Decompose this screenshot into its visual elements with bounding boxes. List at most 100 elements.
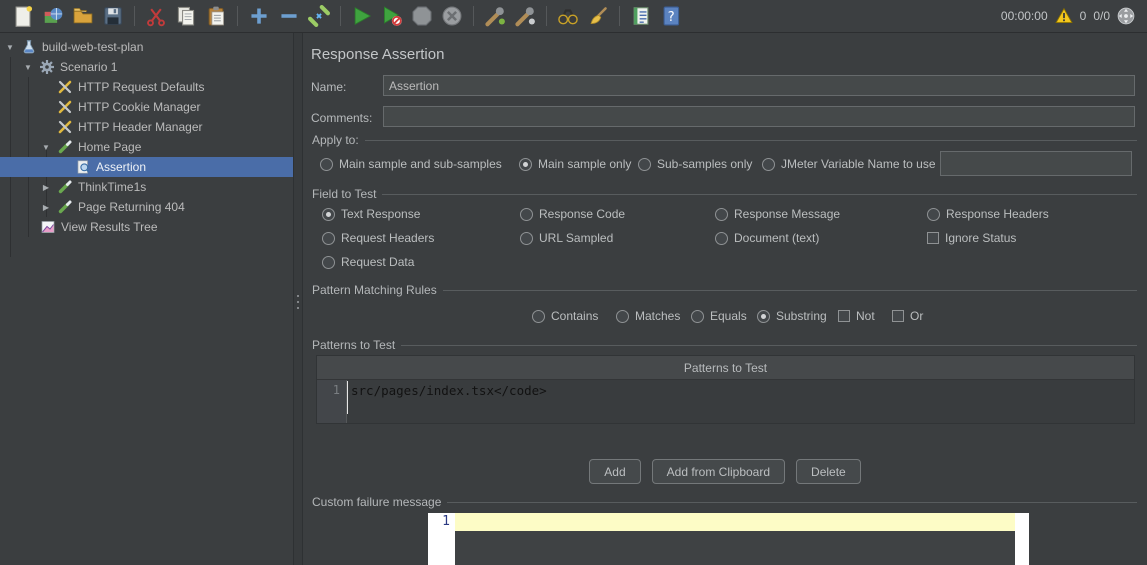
radio-icon[interactable] [322,232,335,245]
start-icon[interactable] [349,3,375,29]
thread-status: 0/0 [1093,9,1110,23]
chevron-expanded-icon[interactable]: ▼ [3,43,17,52]
start-no-pauses-icon[interactable] [379,3,405,29]
tree-item-scenario-1[interactable]: ▼ Scenario 1 [0,57,293,77]
radio-matches[interactable]: Matches [616,308,680,324]
radio-icon[interactable] [638,158,651,171]
text-caret [347,381,348,414]
delete-button[interactable]: Delete [796,459,861,484]
tree-item-http-request-defaults[interactable]: HTTP Request Defaults [0,77,293,97]
tree-item-http-cookie-manager[interactable]: HTTP Cookie Manager [0,97,293,117]
radio-main-sample-only[interactable]: Main sample only [519,156,631,172]
save-icon[interactable] [100,3,126,29]
chevron-collapsed-icon[interactable]: ▶ [39,183,53,192]
radio-response-message[interactable]: Response Message [715,206,840,222]
remote-globe-icon[interactable] [1117,7,1135,25]
toolbar-separator [546,6,547,26]
shutdown-icon[interactable] [439,3,465,29]
open-file-icon[interactable] [70,3,96,29]
comments-input[interactable] [383,106,1135,127]
clear-all-icon[interactable] [585,3,611,29]
radio-response-code[interactable]: Response Code [520,206,625,222]
radio-icon[interactable] [762,158,775,171]
radio-text-response[interactable]: Text Response [322,206,420,222]
radio-selected-icon[interactable] [322,208,335,221]
add-from-clipboard-button[interactable]: Add from Clipboard [652,459,785,484]
jmeter-variable-input[interactable] [940,151,1132,176]
pattern-line-number: 1 [317,380,347,423]
new-file-icon[interactable] [10,3,36,29]
toolbar-separator [619,6,620,26]
toggle-icon[interactable] [306,3,332,29]
checkbox-or[interactable]: Or [892,308,923,324]
name-input[interactable] [383,75,1135,96]
page-title: Response Assertion [311,46,444,63]
panel-splitter[interactable] [293,33,303,565]
radio-icon[interactable] [691,310,704,323]
chevron-expanded-icon[interactable]: ▼ [39,143,53,152]
failure-scrollbar[interactable] [1015,513,1029,565]
warning-triangle-icon[interactable] [1055,7,1073,25]
config-tools-icon [57,99,73,115]
tree-item-http-header-manager[interactable]: HTTP Header Manager [0,117,293,137]
add-button[interactable]: Add [589,459,640,484]
search-icon[interactable] [555,3,581,29]
radio-contains[interactable]: Contains [532,308,598,324]
pattern-cell[interactable]: src/pages/index.tsx</code> [347,380,1134,423]
tree-item-view-results-tree[interactable]: View Results Tree [0,217,293,237]
remote-start-icon[interactable] [482,3,508,29]
radio-icon[interactable] [532,310,545,323]
radio-selected-icon[interactable] [519,158,532,171]
splitter-handle[interactable] [297,295,299,309]
add-icon[interactable] [246,3,272,29]
checkbox-ignore-status[interactable]: Ignore Status [927,230,1016,246]
radio-jmeter-variable-name[interactable]: JMeter Variable Name to use [762,156,936,172]
chevron-collapsed-icon[interactable]: ▶ [39,203,53,212]
chevron-expanded-icon[interactable]: ▼ [21,63,35,72]
radio-sub-samples-only[interactable]: Sub-samples only [638,156,752,172]
radio-equals[interactable]: Equals [691,308,747,324]
tree-item-home-page[interactable]: ▼ Home Page [0,137,293,157]
radio-url-sampled[interactable]: URL Sampled [520,230,613,246]
toolbar-separator [134,6,135,26]
tree-item-thinktime1s[interactable]: ▶ ThinkTime1s [0,177,293,197]
toolbar-separator [473,6,474,26]
checkbox-icon[interactable] [892,310,904,322]
radio-response-headers[interactable]: Response Headers [927,206,1049,222]
tree-item-page-returning-404[interactable]: ▶ Page Returning 404 [0,197,293,217]
function-helper-icon[interactable] [628,3,654,29]
stop-icon[interactable] [409,3,435,29]
radio-icon[interactable] [715,208,728,221]
copy-icon[interactable] [173,3,199,29]
checkbox-icon[interactable] [927,232,939,244]
radio-icon[interactable] [616,310,629,323]
radio-icon[interactable] [520,208,533,221]
custom-failure-message-editor[interactable]: 1 [428,513,1029,565]
remote-stop-icon[interactable] [512,3,538,29]
help-icon[interactable]: ? [658,3,684,29]
remove-icon[interactable] [276,3,302,29]
pattern-row[interactable]: 1 src/pages/index.tsx</code> [317,380,1134,423]
radio-selected-icon[interactable] [757,310,770,323]
failure-text-area[interactable] [455,513,1015,565]
radio-icon[interactable] [927,208,940,221]
cut-icon[interactable] [143,3,169,29]
thread-group-gear-icon [39,59,55,75]
templates-icon[interactable] [40,3,66,29]
tree-item-build-web-test-plan[interactable]: ▼ build-web-test-plan [0,37,293,57]
radio-icon[interactable] [322,256,335,269]
patterns-table-header[interactable]: Patterns to Test [317,356,1134,380]
radio-document-text[interactable]: Document (text) [715,230,819,246]
radio-request-headers[interactable]: Request Headers [322,230,434,246]
radio-request-data[interactable]: Request Data [322,254,414,270]
radio-icon[interactable] [715,232,728,245]
checkbox-icon[interactable] [838,310,850,322]
radio-main-sample-and-sub-samples[interactable]: Main sample and sub-samples [320,156,502,172]
radio-icon[interactable] [320,158,333,171]
checkbox-not[interactable]: Not [838,308,875,324]
toolbar: ? 00:00:00 0 0/0 [0,0,1147,33]
tree-item-assertion[interactable]: Assertion [0,157,293,177]
radio-icon[interactable] [520,232,533,245]
radio-substring[interactable]: Substring [757,308,827,324]
paste-icon[interactable] [203,3,229,29]
